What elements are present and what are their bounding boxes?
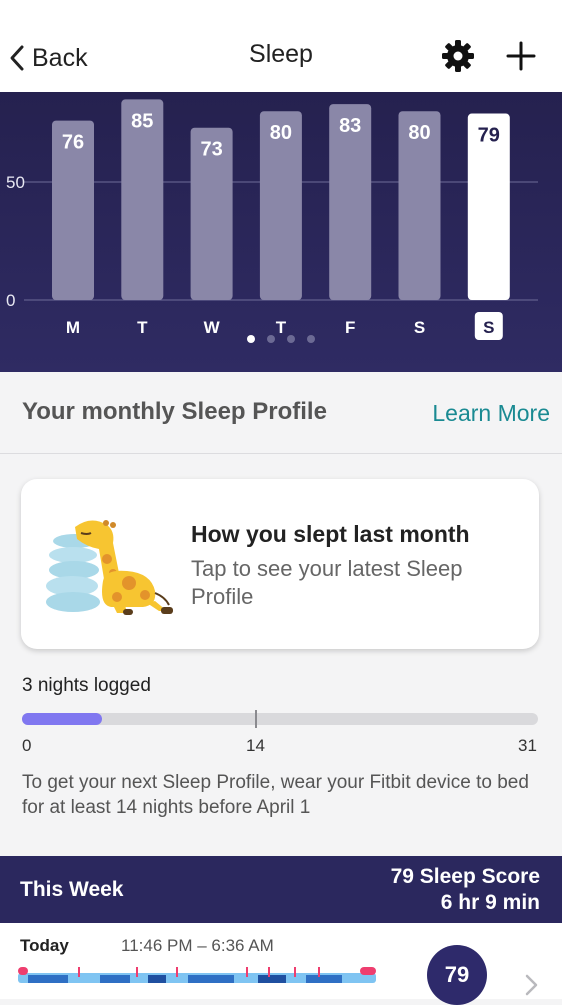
bar-value-label: 80 — [408, 122, 430, 144]
sleep-profile-header: Your monthly Sleep Profile Learn More — [0, 372, 562, 454]
page-dot[interactable] — [267, 335, 275, 343]
this-week-title: This Week — [20, 878, 124, 901]
chevron-right-icon[interactable] — [520, 973, 542, 997]
sleep-profile-requirement-note: To get your next Sleep Profile, wear you… — [22, 772, 529, 818]
gear-icon — [442, 40, 474, 72]
bar-value-label: 73 — [200, 139, 222, 161]
weekly-sleep-duration: 6 hr 9 min — [440, 891, 540, 914]
weekly-sleep-score-chart[interactable]: 50 0 76 M 85 T 73 W 80 T 83 F 80 S 79 S — [0, 92, 562, 372]
today-sleep-score-badge: 79 — [427, 945, 487, 1005]
progress-goal-label: 14 — [246, 736, 265, 755]
card-subtitle: Tap to see your latest Sleep Profile — [191, 556, 463, 609]
bar-value-label: 85 — [131, 110, 153, 132]
top-nav-bar: Back Sleep — [0, 0, 562, 92]
weekly-sleep-score: 79 Sleep Score — [390, 865, 540, 888]
back-label: Back — [32, 43, 88, 72]
bar-value-label: 80 — [270, 122, 292, 144]
sleep-stages-bar — [18, 967, 376, 983]
nights-progress-fill — [22, 713, 102, 725]
y-tick-label: 50 — [6, 173, 25, 192]
giraffe-pillows-illustration — [46, 520, 173, 615]
card-title: How you slept last month — [191, 521, 470, 547]
sleep-profile-title: Your monthly Sleep Profile — [22, 398, 327, 425]
goal-marker — [255, 710, 257, 728]
page-indicator[interactable] — [0, 335, 562, 343]
bar-value-label: 76 — [62, 132, 84, 154]
this-week-summary[interactable]: This Week 79 Sleep Score 6 hr 9 min — [0, 856, 562, 923]
nights-logged-label: 3 nights logged — [22, 675, 151, 696]
sleep-profile-card[interactable]: How you slept last month Tap to see your… — [21, 479, 539, 649]
page-dot[interactable] — [287, 335, 295, 343]
today-label: Today — [20, 936, 69, 955]
learn-more-link[interactable]: Learn More — [432, 400, 550, 427]
today-sleep-row[interactable]: Today 11:46 PM – 6:36 AM 79 — [0, 923, 562, 1005]
bar-value-label: 79 — [478, 125, 500, 147]
chart-canvas: 50076M85T73W80T83F80S79S — [6, 99, 538, 340]
y-tick-label: 0 — [6, 291, 15, 310]
sleep-time-range: 11:46 PM – 6:36 AM — [121, 936, 274, 955]
settings-button[interactable] — [440, 38, 476, 74]
chevron-left-icon — [10, 45, 24, 71]
plus-icon — [506, 41, 536, 71]
nights-progress-bar — [22, 710, 538, 728]
back-button[interactable]: Back — [8, 38, 88, 78]
progress-min-label: 0 — [22, 736, 32, 755]
page-dot[interactable] — [247, 335, 255, 343]
bar-value-label: 83 — [339, 115, 361, 137]
add-button[interactable] — [503, 38, 539, 74]
progress-max-label: 31 — [518, 736, 537, 755]
page-dot[interactable] — [307, 335, 315, 343]
